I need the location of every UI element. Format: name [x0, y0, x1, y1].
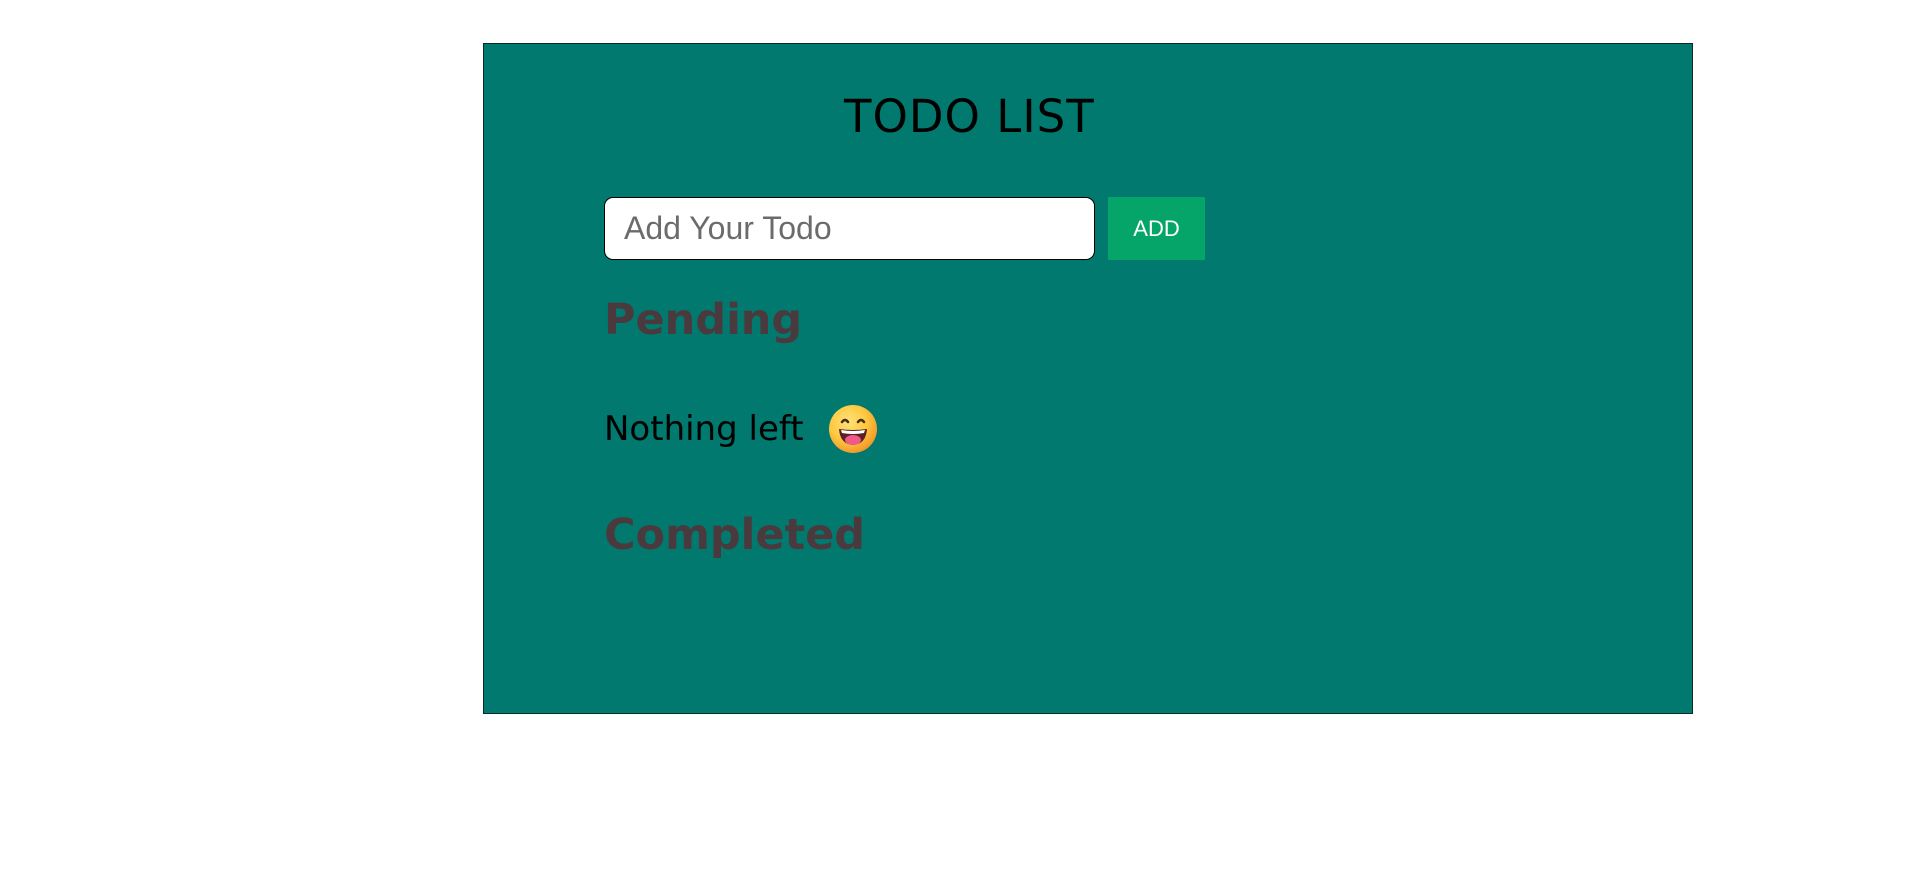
completed-heading: Completed — [604, 510, 866, 560]
empty-state-text: Nothing left — [604, 409, 804, 449]
grinning-face-with-tongue-icon — [828, 404, 878, 454]
add-button[interactable]: ADD — [1108, 197, 1205, 260]
page-title: TODO LIST — [844, 90, 1095, 143]
todo-input[interactable] — [604, 197, 1095, 260]
add-todo-form: ADD — [604, 197, 1205, 260]
pending-empty-state: Nothing left — [604, 404, 878, 454]
todo-panel: TODO LIST ADD Pending Nothing left — [483, 43, 1693, 714]
pending-heading: Pending — [604, 295, 803, 345]
